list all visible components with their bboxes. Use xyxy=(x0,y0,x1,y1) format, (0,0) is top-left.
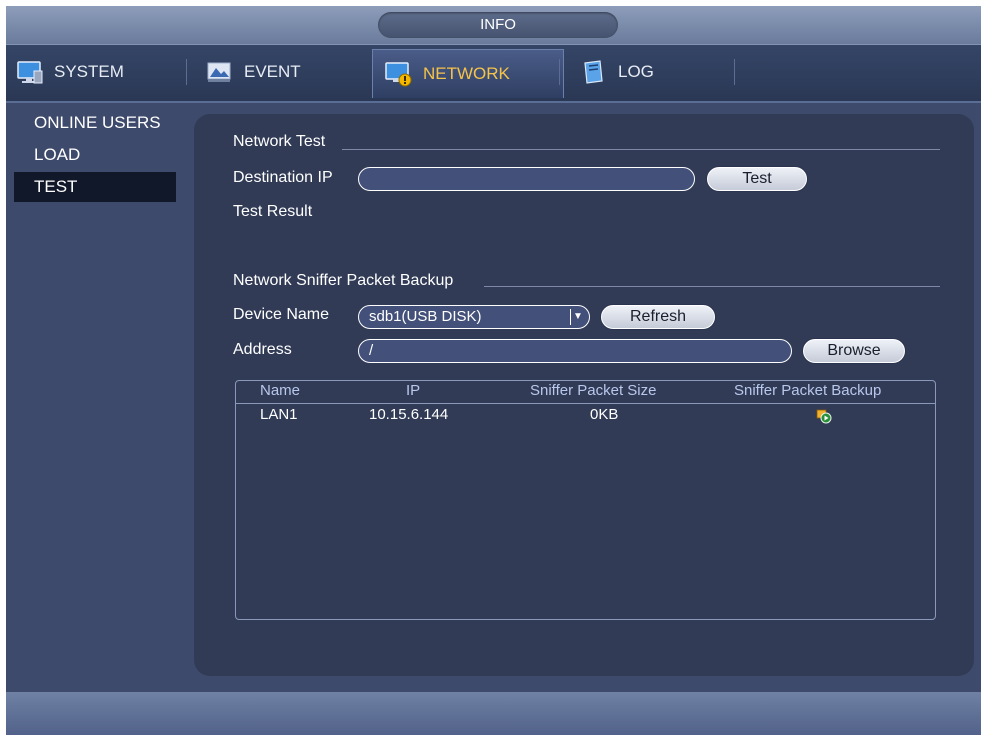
cell-ip: 10.15.6.144 xyxy=(369,406,449,423)
monitor-icon xyxy=(16,59,44,85)
column-header-ip: IP xyxy=(406,382,421,399)
footer-bar xyxy=(6,692,981,735)
sidebar-item-online-users[interactable]: ONLINE USERS xyxy=(14,108,176,138)
destination-ip-label: Destination IP xyxy=(233,169,333,186)
dropdown-arrow-icon: ▼ xyxy=(570,309,585,325)
tab-network[interactable]: NETWORK xyxy=(372,49,564,98)
sniffer-table: Name IP Sniffer Packet Size Sniffer Pack… xyxy=(235,380,936,620)
column-header-size: Sniffer Packet Size xyxy=(530,382,657,399)
test-result-label: Test Result xyxy=(233,203,313,220)
device-name-label: Device Name xyxy=(233,306,330,323)
refresh-button[interactable]: Refresh xyxy=(601,305,715,329)
cell-size: 0KB xyxy=(590,406,619,423)
network-icon xyxy=(385,61,413,87)
test-button[interactable]: Test xyxy=(707,167,807,191)
tab-network-label: NETWORK xyxy=(423,64,510,83)
window-title: INFO xyxy=(378,12,618,38)
browse-button[interactable]: Browse xyxy=(803,339,905,363)
tab-event-label: EVENT xyxy=(244,62,301,81)
address-input[interactable]: / xyxy=(358,339,792,363)
tab-log[interactable]: LOG xyxy=(580,53,654,91)
play-backup-icon[interactable] xyxy=(816,408,832,424)
tab-log-label: LOG xyxy=(618,62,654,81)
log-book-icon xyxy=(580,59,608,85)
event-icon xyxy=(206,59,234,85)
tab-system[interactable]: SYSTEM xyxy=(16,53,124,91)
table-header: Name IP Sniffer Packet Size Sniffer Pack… xyxy=(236,381,935,404)
section-divider xyxy=(484,286,940,287)
info-window: INFO SYSTEM EVENT NETWORK LOG ONLINE USE… xyxy=(6,6,981,735)
tab-bar: SYSTEM EVENT NETWORK LOG xyxy=(6,44,981,103)
sidebar-item-test[interactable]: TEST xyxy=(14,172,176,202)
tab-divider xyxy=(559,59,560,85)
network-test-title: Network Test xyxy=(233,133,326,150)
column-header-backup: Sniffer Packet Backup xyxy=(734,382,882,399)
sniffer-backup-title: Network Sniffer Packet Backup xyxy=(233,272,454,289)
tab-divider xyxy=(186,59,187,85)
column-header-name: Name xyxy=(260,382,301,399)
section-divider xyxy=(342,149,940,150)
sidebar-item-load[interactable]: LOAD xyxy=(14,140,176,170)
device-name-select[interactable]: sdb1(USB DISK) ▼ xyxy=(358,305,590,329)
sidebar: ONLINE USERS LOAD TEST xyxy=(6,106,186,686)
device-name-value: sdb1(USB DISK) xyxy=(369,308,482,325)
title-bar: INFO xyxy=(6,6,981,44)
destination-ip-input[interactable] xyxy=(358,167,695,191)
tab-system-label: SYSTEM xyxy=(54,62,124,81)
cell-name: LAN1 xyxy=(260,406,298,423)
address-label: Address xyxy=(233,341,292,358)
tab-divider xyxy=(734,59,735,85)
tab-event[interactable]: EVENT xyxy=(206,53,301,91)
